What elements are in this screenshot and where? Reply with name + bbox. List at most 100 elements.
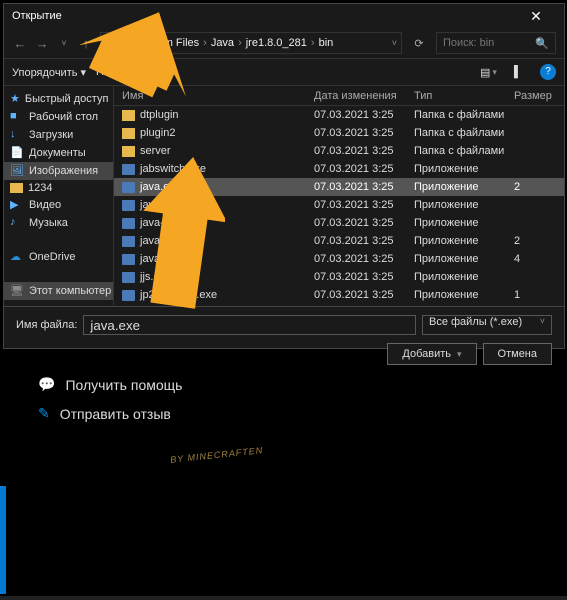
file-row[interactable]: jp2launcher.exe 07.03.2021 3:25Приложение… — [114, 286, 564, 304]
sidebar-item[interactable]: ☁ OneDrive — [4, 248, 113, 266]
fld-icon — [10, 183, 23, 193]
file-type: Приложение — [414, 181, 514, 193]
sidebar-item-label: 1234 — [28, 182, 52, 194]
file-type: Приложение — [414, 271, 514, 283]
file-type: Приложение — [414, 235, 514, 247]
exe-icon — [122, 254, 135, 265]
filename-input[interactable] — [83, 315, 416, 335]
file-size: 4 — [514, 253, 564, 265]
addr-dropdown-icon[interactable]: ˅ — [392, 38, 397, 48]
breadcrumb-seg[interactable]: jre1.8.0_281 — [246, 37, 307, 49]
file-date: 07.03.2021 3:25 — [314, 217, 414, 229]
new-folder-button[interactable]: Новая папка — [96, 66, 160, 78]
file-name: javaws.exe — [140, 253, 194, 265]
file-row[interactable]: java-rmi.exe 07.03.2021 3:25Приложение — [114, 214, 564, 232]
sidebar-item[interactable]: ■ Рабочий стол — [4, 108, 113, 126]
file-type: Приложение — [414, 289, 514, 301]
taskbar — [0, 596, 567, 600]
feedback-icon: ✎ — [38, 405, 50, 422]
filter-select[interactable]: Все файлы (*.exe) ˅ — [422, 315, 552, 335]
history-dropdown-icon[interactable]: ˅ — [56, 38, 72, 48]
sidebar-item-label: Загрузки — [29, 129, 73, 141]
folder-icon — [105, 38, 119, 49]
sidebar-item[interactable]: ↓ Загрузки — [4, 126, 113, 144]
file-row[interactable]: jabswitch.exe07.03.2021 3:25Приложение — [114, 160, 564, 178]
refresh-icon[interactable]: ⟳ — [408, 37, 430, 50]
help-icon[interactable]: ? — [540, 64, 556, 80]
exe-icon — [122, 290, 135, 301]
dialog-title: Открытие — [12, 10, 62, 22]
exe-icon — [122, 236, 135, 247]
cancel-button[interactable]: Отмена — [483, 343, 552, 365]
sidebar-item-label: Рабочий стол — [29, 111, 98, 123]
file-date: 07.03.2021 3:25 — [314, 289, 414, 301]
file-date: 07.03.2021 3:25 — [314, 181, 414, 193]
forward-icon[interactable]: → — [34, 36, 50, 51]
file-header: Имя Дата изменения Тип Размер — [114, 86, 564, 106]
file-name: java.exe — [140, 181, 181, 193]
view-options-icon[interactable]: ▤ ▾ — [480, 66, 500, 79]
sidebar-item[interactable]: 📄Документы — [4, 144, 113, 162]
breadcrumb-seg[interactable]: Program Files — [131, 37, 199, 49]
col-date-header[interactable]: Дата изменения — [314, 90, 414, 102]
breadcrumb-seg[interactable]: Java — [211, 37, 234, 49]
file-name: jp2launcher.exe — [140, 289, 217, 301]
file-type: Приложение — [414, 217, 514, 229]
sidebar-item — [4, 232, 113, 248]
file-row[interactable]: jjs.exe07.03.2021 3:25Приложение — [114, 268, 564, 286]
file-pane: Имя Дата изменения Тип Размер dtplugin07… — [114, 86, 564, 306]
folder-icon — [122, 146, 135, 157]
col-name-header[interactable]: Имя — [114, 90, 314, 102]
file-row[interactable]: javacpl.exe07.03.2021 3:25Приложение — [114, 196, 564, 214]
file-open-dialog: Открытие ✕ ← → ˅ ↑ › Program Files › Jav… — [3, 3, 565, 349]
sidebar-item[interactable]: ♪Музыка — [4, 214, 113, 232]
file-date: 07.03.2021 3:25 — [314, 163, 414, 175]
breadcrumb-seg[interactable]: bin — [319, 37, 334, 49]
exe-icon — [122, 218, 135, 229]
file-date: 07.03.2021 3:25 — [314, 145, 414, 157]
get-help-link[interactable]: 💬 Получить помощь — [38, 376, 182, 393]
file-row[interactable]: javaws.exe07.03.2021 3:25Приложение4 — [114, 250, 564, 268]
file-type: Папка с файлами — [414, 109, 514, 121]
close-icon[interactable]: ✕ — [516, 8, 556, 25]
file-name: jjs.exe — [140, 271, 171, 283]
desk-icon: ■ — [10, 110, 24, 124]
file-row[interactable]: plugin207.03.2021 3:25Папка с файлами — [114, 124, 564, 142]
sidebar-item[interactable]: ▶Видео — [4, 196, 113, 214]
up-icon[interactable]: ↑ — [78, 36, 94, 51]
file-size: 2 — [514, 181, 564, 193]
col-type-header[interactable]: Тип — [414, 90, 514, 102]
sidebar: ★Быстрый доступ ■ Рабочий стол ↓ Загрузки 📄До… — [4, 86, 114, 306]
sidebar-item[interactable]: 1234 — [4, 180, 113, 196]
exe-icon — [122, 182, 135, 193]
address-bar[interactable]: › Program Files › Java › jre1.8.0_281 › … — [100, 32, 402, 54]
preview-pane-icon[interactable]: ▐ — [510, 66, 530, 78]
file-size: 2 — [514, 235, 564, 247]
col-size-header[interactable]: Размер — [514, 90, 564, 102]
mus-icon: ♪ — [10, 216, 24, 230]
down-icon: ↓ — [10, 128, 24, 142]
filename-label: Имя файла: — [16, 319, 77, 331]
sidebar-item-label: OneDrive — [29, 251, 75, 263]
file-name: java-rmi.exe — [140, 217, 200, 229]
sidebar-item[interactable]: 🖥Этот компьютер — [4, 282, 113, 300]
exe-icon — [122, 200, 135, 211]
file-row[interactable]: dtplugin07.03.2021 3:25Папка с файлами — [114, 106, 564, 124]
back-icon[interactable]: ← — [12, 36, 28, 51]
file-row[interactable]: java.exe 07.03.2021 3:25Приложение2 — [114, 178, 564, 196]
sidebar-item[interactable]: 🖼Изображения — [4, 162, 113, 180]
cloud-icon: ☁ — [10, 250, 24, 264]
search-input[interactable]: Поиск: bin 🔍 — [436, 32, 556, 54]
sidebar-item[interactable]: ★Быстрый доступ — [4, 90, 113, 108]
help-chat-icon: 💬 — [38, 376, 55, 393]
send-feedback-link[interactable]: ✎ Отправить отзыв — [38, 405, 182, 422]
organize-button[interactable]: Упорядочить ▾ — [12, 66, 86, 79]
toolbar: Упорядочить ▾ Новая папка ▤ ▾ ▐ ? — [4, 58, 564, 86]
file-row[interactable]: javaw.exe07.03.2021 3:25Приложение2 — [114, 232, 564, 250]
file-name: dtplugin — [140, 109, 179, 121]
open-button[interactable]: Добавить ▾ — [387, 343, 476, 365]
file-name: server — [140, 145, 171, 157]
nav-row: ← → ˅ ↑ › Program Files › Java › jre1.8.… — [4, 28, 564, 58]
sidebar-item-label: Быстрый доступ — [25, 93, 109, 105]
file-row[interactable]: server07.03.2021 3:25Папка с файлами — [114, 142, 564, 160]
